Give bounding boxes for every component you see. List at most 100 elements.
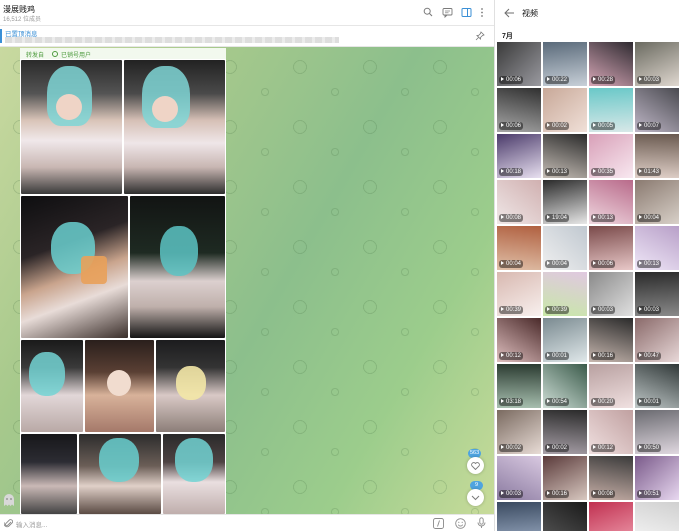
video-thumbnail[interactable]: 00:06 [497, 42, 541, 86]
video-duration-label: 00:13 [545, 168, 570, 176]
shared-media-panel: 视频 7月 00:06 00:22 00:28 00:03 00:06 00:02 00:0… [494, 0, 680, 531]
bot-commands-icon[interactable] [433, 518, 444, 531]
video-duration-label: 00:07 [637, 122, 662, 130]
back-arrow-icon[interactable] [503, 7, 515, 19]
album-photo[interactable] [163, 434, 225, 514]
video-thumbnail[interactable]: 00:07 [635, 88, 679, 132]
more-icon[interactable] [476, 6, 488, 18]
video-thumbnail[interactable]: 00:54 [543, 364, 587, 408]
video-thumbnail[interactable]: 00:01 [543, 318, 587, 362]
video-duration-label: 00:13 [591, 214, 616, 222]
album-photo[interactable] [130, 196, 225, 338]
video-thumbnail[interactable]: 00:04 [543, 226, 587, 270]
video-thumbnail[interactable]: 00:08 [497, 180, 541, 224]
video-thumbnail[interactable]: 00:35 [589, 134, 633, 178]
video-duration-label: 00:20 [591, 398, 616, 406]
video-thumbnail[interactable] [497, 502, 541, 531]
pinned-message-bar[interactable]: 已置顶消息 [0, 26, 494, 47]
video-duration-label: 00:08 [591, 490, 616, 498]
album-photo[interactable] [79, 434, 161, 514]
chat-header[interactable]: 漫展贱鸡 16,512 位成员 [0, 0, 494, 26]
video-thumbnail[interactable]: 03:18 [497, 364, 541, 408]
video-duration-label: 19:04 [545, 214, 570, 222]
pinned-preview-blurred [5, 37, 339, 43]
video-duration-label: 00:01 [545, 352, 570, 360]
album-photo[interactable] [21, 434, 77, 514]
video-thumbnail[interactable]: 00:03 [635, 42, 679, 86]
video-thumbnail[interactable]: 00:20 [589, 364, 633, 408]
video-thumbnail[interactable]: 00:12 [497, 318, 541, 362]
video-thumbnail[interactable]: 00:16 [589, 318, 633, 362]
album-photo[interactable] [21, 196, 128, 338]
chat-member-count: 16,512 位成员 [3, 17, 42, 23]
video-duration-label: 00:12 [591, 444, 616, 452]
comments-icon[interactable] [441, 6, 453, 18]
video-thumbnail[interactable]: 00:13 [543, 134, 587, 178]
video-duration-label: 00:05 [591, 122, 616, 130]
video-thumbnail[interactable]: 00:28 [589, 42, 633, 86]
video-duration-label: 00:06 [499, 76, 524, 84]
reactions-button[interactable] [467, 457, 484, 474]
forwarded-header[interactable]: 转发自 已销号用户 [20, 48, 226, 59]
video-thumbnail[interactable]: 00:06 [589, 226, 633, 270]
video-thumbnail[interactable]: 00:47 [635, 318, 679, 362]
album-photo[interactable] [21, 60, 122, 194]
album-photo[interactable] [21, 340, 83, 432]
video-thumbnail[interactable] [543, 502, 587, 531]
video-thumbnail[interactable]: 00:04 [497, 226, 541, 270]
video-thumbnail[interactable] [589, 502, 633, 531]
video-thumbnail[interactable] [635, 502, 679, 531]
emoji-icon[interactable] [455, 518, 466, 531]
video-duration-label: 00:39 [499, 306, 524, 314]
video-thumbnail[interactable]: 00:12 [589, 410, 633, 454]
message-input[interactable]: 输入消息... [16, 519, 416, 529]
sidebar-toggle-icon[interactable] [460, 6, 472, 18]
video-duration-label: 00:16 [591, 352, 616, 360]
pin-list-icon[interactable] [475, 31, 485, 43]
scroll-to-bottom-button[interactable] [467, 489, 484, 506]
album-message[interactable]: 转发自 已销号用户 [20, 48, 226, 514]
month-header: 7月 [502, 33, 513, 40]
pinned-accent-line [0, 29, 2, 43]
album-photo[interactable] [124, 60, 225, 194]
message-input-bar: 输入消息... [0, 514, 494, 531]
microphone-icon[interactable] [477, 517, 486, 531]
video-thumbnail[interactable]: 00:50 [635, 410, 679, 454]
video-thumbnail[interactable]: 00:03 [497, 456, 541, 500]
video-duration-label: 00:06 [499, 122, 524, 130]
video-thumbnail[interactable]: 00:18 [497, 134, 541, 178]
video-thumbnail[interactable]: 00:16 [543, 456, 587, 500]
video-thumbnail[interactable]: 00:06 [497, 88, 541, 132]
video-duration-label: 00:03 [591, 306, 616, 314]
video-thumbnail[interactable]: 00:51 [635, 456, 679, 500]
video-thumbnail[interactable]: 00:04 [635, 180, 679, 224]
deleted-user-avatar-icon[interactable] [3, 493, 15, 507]
panel-title: 视频 [522, 9, 538, 18]
video-thumbnail[interactable]: 00:05 [589, 88, 633, 132]
video-thumbnail[interactable]: 00:02 [543, 88, 587, 132]
forwarded-from-name[interactable]: 已销号用户 [61, 50, 91, 59]
album-photo[interactable] [156, 340, 225, 432]
chat-pane: 漫展贱鸡 16,512 位成员 已置顶消息 转发自 已销号用户 563 9 输入… [0, 0, 494, 531]
video-duration-label: 00:03 [637, 306, 662, 314]
video-thumbnail[interactable]: 00:01 [635, 364, 679, 408]
video-thumbnail[interactable]: 00:08 [589, 456, 633, 500]
search-icon[interactable] [422, 6, 434, 18]
video-thumbnail[interactable]: 00:02 [543, 410, 587, 454]
video-thumbnail[interactable]: 00:03 [635, 272, 679, 316]
video-thumbnail[interactable]: 00:22 [543, 42, 587, 86]
video-thumbnail[interactable]: 00:02 [497, 410, 541, 454]
video-thumbnail[interactable]: 01:43 [635, 134, 679, 178]
attach-icon[interactable] [3, 518, 14, 531]
video-thumbnail[interactable]: 00:13 [589, 180, 633, 224]
video-duration-label: 00:18 [499, 168, 524, 176]
video-duration-label: 00:06 [591, 260, 616, 268]
video-thumbnail[interactable]: 00:39 [497, 272, 541, 316]
deleted-user-avatar [52, 50, 58, 57]
album-photo[interactable] [85, 340, 154, 432]
video-duration-label: 00:35 [591, 168, 616, 176]
video-thumbnail[interactable]: 00:03 [589, 272, 633, 316]
video-thumbnail[interactable]: 00:39 [543, 272, 587, 316]
video-thumbnail[interactable]: 19:04 [543, 180, 587, 224]
video-thumbnail[interactable]: 00:13 [635, 226, 679, 270]
